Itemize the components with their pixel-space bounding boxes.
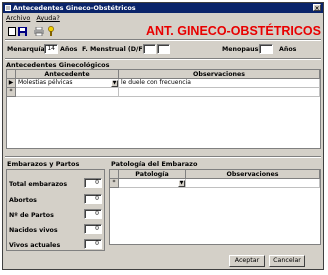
main-window: Antecedentes Gineco-Obstétricos × Archiv…: [2, 2, 324, 270]
nacidos-vivos-field[interactable]: 0: [84, 224, 102, 234]
menu-archivo[interactable]: Archivo: [6, 14, 30, 22]
cancel-button[interactable]: Cancelar: [269, 255, 305, 267]
row-selector-new[interactable]: *: [7, 88, 16, 97]
menu-bar: Archivo Ayuda?: [3, 13, 66, 23]
num-partos-label: Nº de Partos: [9, 212, 54, 219]
anios-label-1: Años: [60, 46, 78, 53]
grid-corner: [7, 70, 16, 79]
cell-antecedente[interactable]: [16, 88, 119, 97]
cell-observaciones[interactable]: [186, 179, 320, 188]
f-menstrual-d-field[interactable]: [143, 44, 156, 54]
patologia-grid: Patología Observaciones * ▼: [109, 169, 321, 245]
embarazos-panel: Total embarazos 0 Abortos 0 Nº de Partos…: [6, 169, 105, 251]
app-heading: ANT. GINECO-OBSTÉTRICOS: [145, 24, 321, 38]
column-header-patologia[interactable]: Patología: [119, 170, 186, 179]
column-header-antecedente[interactable]: Antecedente: [16, 70, 119, 79]
antecedentes-grid: Antecedente Observaciones ▶ Molestias pé…: [6, 69, 321, 149]
menarquia-field[interactable]: 14: [44, 44, 58, 54]
antecedentes-title: Antecedentes Ginecológicos: [6, 61, 110, 69]
f-menstrual-label: F. Menstrual (D/F): [82, 46, 146, 53]
grid-corner: [110, 170, 119, 179]
divider: [5, 156, 321, 158]
title-bar: Antecedentes Gineco-Obstétricos ×: [3, 3, 323, 13]
f-menstrual-f-field[interactable]: [157, 44, 170, 54]
print-icon[interactable]: [33, 26, 44, 36]
vivos-actuales-label: Vivos actuales: [9, 242, 61, 249]
accept-button[interactable]: Aceptar: [229, 255, 265, 267]
menopausia-field[interactable]: [259, 44, 273, 54]
anios-label-2: Años: [279, 46, 297, 53]
cell-patologia[interactable]: [119, 179, 186, 188]
app-icon: [5, 5, 11, 11]
cell-antecedente[interactable]: Molestias pélvicas: [16, 79, 119, 88]
nacidos-vivos-label: Nacidos vivos: [9, 227, 58, 234]
menu-ayuda[interactable]: Ayuda?: [36, 14, 60, 22]
row-selector-current[interactable]: ▶: [7, 79, 16, 88]
window-title: Antecedentes Gineco-Obstétricos: [13, 4, 136, 12]
close-button[interactable]: ×: [313, 4, 321, 12]
column-header-observaciones[interactable]: Observaciones: [186, 170, 320, 179]
chevron-down-icon[interactable]: ▼: [178, 180, 185, 187]
abortos-field[interactable]: 0: [84, 194, 102, 204]
new-doc-icon[interactable]: [6, 26, 17, 36]
cell-observaciones[interactable]: le duele con frecuencia: [119, 79, 320, 88]
column-header-observaciones[interactable]: Observaciones: [119, 70, 320, 79]
divider: [5, 39, 321, 41]
menarquia-label: Menarquía: [7, 46, 45, 53]
cell-observaciones[interactable]: [119, 88, 320, 97]
save-icon[interactable]: [17, 26, 28, 36]
patologia-title: Patología del Embarazo: [111, 160, 198, 168]
vivos-actuales-field[interactable]: 0: [84, 239, 102, 249]
total-embarazos-label: Total embarazos: [9, 181, 68, 188]
abortos-label: Abortos: [9, 197, 37, 204]
total-embarazos-field[interactable]: 0: [84, 178, 102, 188]
help-icon[interactable]: [45, 26, 56, 36]
row-selector-new[interactable]: *: [110, 179, 119, 188]
embarazos-title: Embarazos y Partos: [7, 160, 80, 168]
num-partos-field[interactable]: 0: [84, 209, 102, 219]
divider: [5, 58, 321, 60]
chevron-down-icon[interactable]: ▼: [111, 80, 118, 87]
